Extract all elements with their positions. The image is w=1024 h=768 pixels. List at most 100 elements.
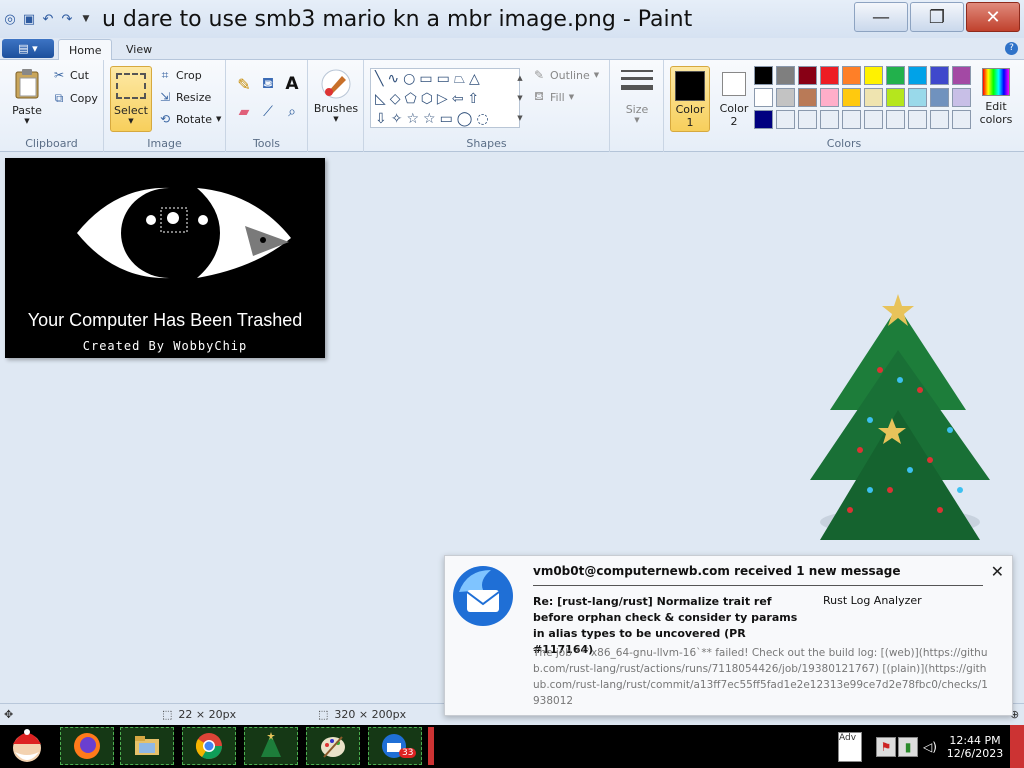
palette-swatch[interactable] [864,66,883,85]
edit-colors-button[interactable]: Edit colors [976,68,1016,134]
tab-home[interactable]: Home [58,39,113,61]
color2-button[interactable]: Color 2 [714,66,754,132]
color-picker-icon[interactable]: ⟋ [258,102,278,122]
magnifier-icon[interactable]: ⌕ [282,102,302,122]
tab-view[interactable]: View [116,39,162,61]
undo-icon[interactable]: ↶ [40,11,56,27]
palette-swatch[interactable] [776,110,795,129]
resize-button[interactable]: ⇲ Resize [158,90,211,104]
palette-swatch[interactable] [820,88,839,107]
size-button[interactable]: Size ▼ [618,70,656,124]
palette-swatch[interactable] [886,110,905,129]
image-canvas[interactable]: Your Computer Has Been Trashed Created B… [5,158,325,358]
palette-swatch[interactable] [908,88,927,107]
palette-swatch[interactable] [930,66,949,85]
shapes-group: ╲∿○▭▭⏢△ ◺◇⬠⬡▷⇦⇧ ⇩✧☆☆▭◯◌ ▲ ▼ ▼ ✎ Outline ▼ ⛾ … [364,60,610,152]
customize-dropdown-icon[interactable]: ▼ [78,11,94,27]
palette-swatch[interactable] [908,66,927,85]
restore-button[interactable]: ❐ [910,2,964,32]
clock[interactable]: 12:44 PM 12/6/2023 [940,734,1010,760]
folder-icon [135,736,159,755]
thunderbird-icon [453,566,513,626]
palette-swatch[interactable] [798,110,817,129]
palette-swatch[interactable] [930,110,949,129]
outline-icon: ✎ [533,68,545,82]
palette-swatch[interactable] [842,88,861,107]
image-credit: Created By WobbyChip [82,339,248,353]
rotate-label: Rotate [176,112,213,126]
palette-swatch[interactable] [930,88,949,107]
taskbar-explorer[interactable] [120,727,174,765]
taskbar-chrome[interactable] [182,727,236,765]
network-icon[interactable]: ⚑ [876,736,896,757]
taskbar-christmas-tree[interactable] [244,727,298,765]
paint-menu-button[interactable]: ▤ ▾ [2,39,54,58]
brushes-button[interactable]: Brushes ▼ [314,68,358,123]
outline-button[interactable]: ✎ Outline ▼ [532,68,599,82]
palette-swatch[interactable] [820,110,839,129]
fill-bucket-icon[interactable]: ⛾ [258,74,278,94]
palette-swatch[interactable] [754,66,773,85]
selection-icon: ⬚ [162,708,173,721]
palette-swatch[interactable] [864,88,883,107]
palette-swatch[interactable] [886,88,905,107]
taskbar-thunderbird[interactable]: 33 [368,727,422,765]
palette-swatch[interactable] [886,66,905,85]
unread-badge: 33 [399,748,417,758]
start-button[interactable] [4,727,50,765]
eraser-icon[interactable]: ▰ [234,102,254,122]
palette-swatch[interactable] [776,88,795,107]
ribbon-tabs: ▤ ▾ Home View ? [0,38,1024,61]
shapes-gallery[interactable]: ╲∿○▭▭⏢△ ◺◇⬠⬡▷⇦⇧ ⇩✧☆☆▭◯◌ [370,68,520,128]
palette-swatch[interactable] [952,66,971,85]
palette-swatch[interactable] [908,110,927,129]
minimize-button[interactable]: — [854,2,908,32]
palette-swatch[interactable] [776,66,795,85]
copy-button[interactable]: ⧉ Copy [52,91,98,105]
taskbar-paint[interactable] [306,727,360,765]
notification-close-button[interactable]: ✕ [991,562,1004,581]
redo-icon[interactable]: ↷ [59,11,75,27]
color1-button[interactable]: Color 1 [670,66,710,132]
size-group: Size ▼ [610,60,664,152]
rainbow-palette-icon [982,68,1010,96]
paint-app-icon[interactable]: ◎ [2,11,18,27]
pencil-icon[interactable]: ✎ [234,74,254,94]
fill-button[interactable]: ⛾ Fill ▼ [532,89,574,104]
clock-date: 12/6/2023 [946,746,1004,760]
size-lines-icon [621,70,653,95]
rotate-button[interactable]: ⟲ Rotate ▼ [158,112,221,126]
taskbar-firefox[interactable] [60,727,114,765]
volume-icon[interactable]: ◁) [920,737,940,757]
colors-group-label: Colors [826,137,862,150]
paste-button[interactable]: Paste ▼ [8,68,46,125]
palette-swatch[interactable] [864,110,883,129]
save-icon[interactable]: ▣ [21,11,37,27]
color2-number: 2 [730,115,738,128]
crop-button[interactable]: ⌗ Crop [158,68,202,82]
palette-swatch[interactable] [952,110,971,129]
copy-label: Copy [70,91,98,105]
text-tool-icon[interactable]: A [282,74,302,94]
palette-swatch[interactable] [754,88,773,107]
palette-swatch[interactable] [754,110,773,129]
clipboard-group-label: Clipboard [25,137,78,150]
clock-time: 12:44 PM [949,733,1001,747]
show-desktop-button[interactable] [1010,725,1024,768]
thunderbird-notification[interactable]: vm0b0t@computernewb.com received 1 new m… [444,555,1013,716]
taskbar: 33 Adv ⚑ ▮ ◁) 12:44 PM 12/6/2023 [0,725,1024,768]
palette-swatch[interactable] [820,66,839,85]
palette-swatch[interactable] [952,88,971,107]
select-button[interactable]: Select ▼ [110,66,152,132]
palette-swatch[interactable] [842,110,861,129]
tools-group-label: Tools [252,137,281,150]
close-button[interactable]: ✕ [966,2,1020,32]
help-icon[interactable]: ? [1005,42,1018,55]
cut-button[interactable]: ✂ Cut [52,68,89,82]
palette-swatch[interactable] [842,66,861,85]
shapes-scroll[interactable]: ▲ ▼ ▼ [515,68,525,128]
palette-swatch[interactable] [798,88,817,107]
battery-icon[interactable]: ▮ [898,736,918,757]
tray-adv-box[interactable]: Adv [838,731,862,762]
palette-swatch[interactable] [798,66,817,85]
